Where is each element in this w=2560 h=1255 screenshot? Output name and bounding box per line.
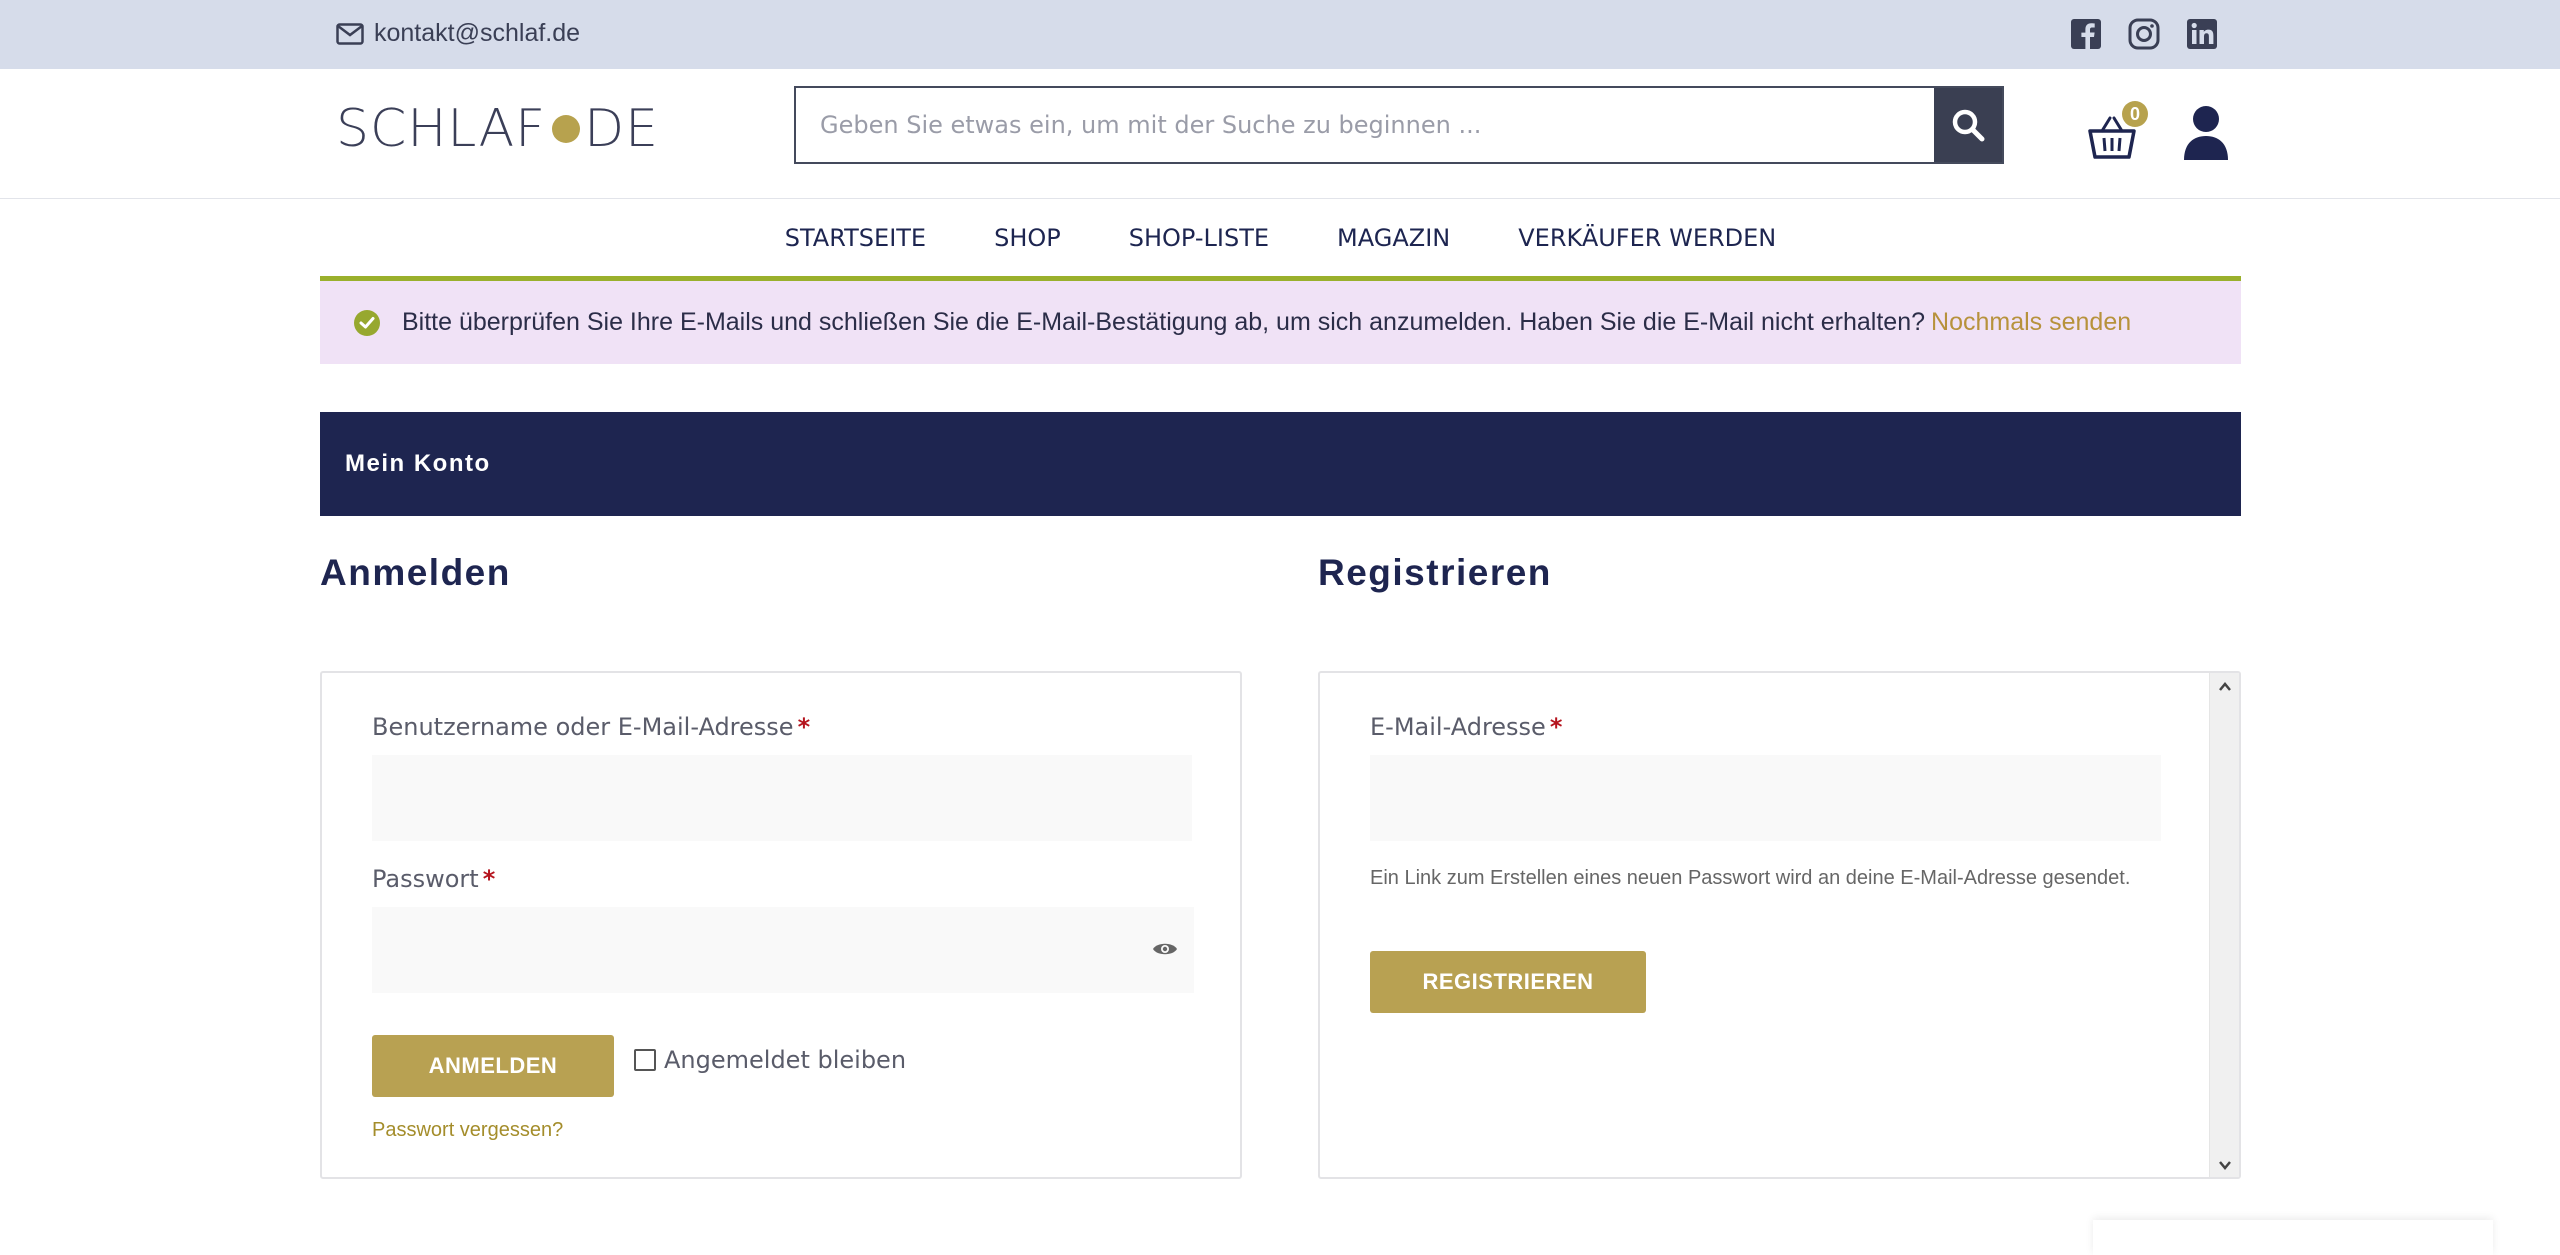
cart-button[interactable]: 0 [2088, 101, 2148, 163]
search-button[interactable] [1934, 88, 2002, 162]
remember-checkbox[interactable] [634, 1049, 656, 1071]
envelope-icon [336, 22, 364, 45]
check-circle-icon [354, 309, 380, 336]
login-button[interactable]: ANMELDEN [372, 1035, 614, 1097]
register-button[interactable]: REGISTRIEREN [1370, 951, 1646, 1013]
cart-count-badge: 0 [2122, 101, 2148, 127]
social-links [2070, 18, 2218, 50]
login-heading: Anmelden [320, 552, 511, 593]
search-input[interactable] [796, 88, 1934, 162]
password-label: Passwort * [372, 865, 495, 893]
top-bar: kontakt@schlaf.de [0, 0, 2560, 69]
account-button[interactable] [2182, 105, 2230, 161]
instagram-icon[interactable] [2128, 18, 2160, 50]
scrollbar[interactable] [2209, 673, 2239, 1177]
chevron-down-icon[interactable] [2217, 1157, 2233, 1173]
required-mark: * [797, 713, 811, 741]
user-icon [2184, 106, 2228, 160]
nav-item-startseite[interactable]: STARTSEITE [785, 224, 926, 252]
site-logo[interactable]: SCHLAF DE [336, 99, 659, 159]
nav-item-verkaeufer-werden[interactable]: VERKÄUFER WERDEN [1518, 224, 1776, 252]
remember-me[interactable]: Angemeldet bleiben [634, 1046, 906, 1074]
register-heading: Registrieren [1318, 552, 1552, 593]
page-title: Mein Konto [345, 450, 491, 477]
site-header: SCHLAF DE 0 [0, 69, 2560, 199]
logo-dot [552, 115, 581, 143]
linkedin-icon[interactable] [2186, 18, 2218, 50]
chevron-up-icon[interactable] [2217, 679, 2233, 695]
register-email-field[interactable] [1370, 755, 2161, 841]
email-label: E-Mail-Adresse * [1370, 713, 1562, 741]
resend-link[interactable]: Nochmals senden [1931, 308, 2131, 337]
notice-text: Bitte überprüfen Sie Ihre E-Mails und sc… [402, 308, 1926, 336]
password-field[interactable] [372, 907, 1194, 993]
login-form: Benutzername oder E-Mail-Adresse * Passwo… [320, 671, 1242, 1179]
facebook-icon[interactable] [2070, 18, 2102, 50]
nav-item-shop[interactable]: SHOP [994, 224, 1061, 252]
required-mark: * [482, 865, 496, 893]
search-icon [1952, 109, 1985, 142]
main-nav: STARTSEITE SHOP SHOP-LISTE MAGAZIN VERKÄ… [320, 199, 2241, 281]
register-form: E-Mail-Adresse * Ein Link zum Erstellen e… [1318, 671, 2241, 1179]
contact-email-text[interactable]: kontakt@schlaf.de [374, 19, 580, 48]
logo-text-left: SCHLAF [336, 99, 547, 159]
page-banner: Mein Konto [320, 412, 2241, 516]
required-mark: * [1549, 713, 1563, 741]
search-bar [794, 86, 2004, 164]
nav-item-magazin[interactable]: MAGAZIN [1337, 224, 1450, 252]
nav-item-shop-liste[interactable]: SHOP-LISTE [1129, 224, 1269, 252]
username-label: Benutzername oder E-Mail-Adresse * [372, 713, 810, 741]
forgot-password-link[interactable]: Passwort vergessen? [372, 1119, 563, 1142]
logo-text-right: DE [584, 99, 659, 159]
email-confirmation-notice: Bitte überprüfen Sie Ihre E-Mails und sc… [320, 281, 2241, 364]
floating-widget [2093, 1220, 2493, 1255]
eye-icon[interactable] [1152, 941, 1178, 957]
email-label-text: E-Mail-Adresse [1370, 713, 1546, 741]
register-hint: Ein Link zum Erstellen eines neuen Passw… [1370, 867, 2131, 889]
username-label-text: Benutzername oder E-Mail-Adresse [372, 713, 794, 741]
username-field[interactable] [372, 755, 1192, 841]
remember-label: Angemeldet bleiben [664, 1046, 907, 1074]
password-label-text: Passwort [372, 865, 479, 893]
contact-email[interactable]: kontakt@schlaf.de [336, 19, 580, 48]
